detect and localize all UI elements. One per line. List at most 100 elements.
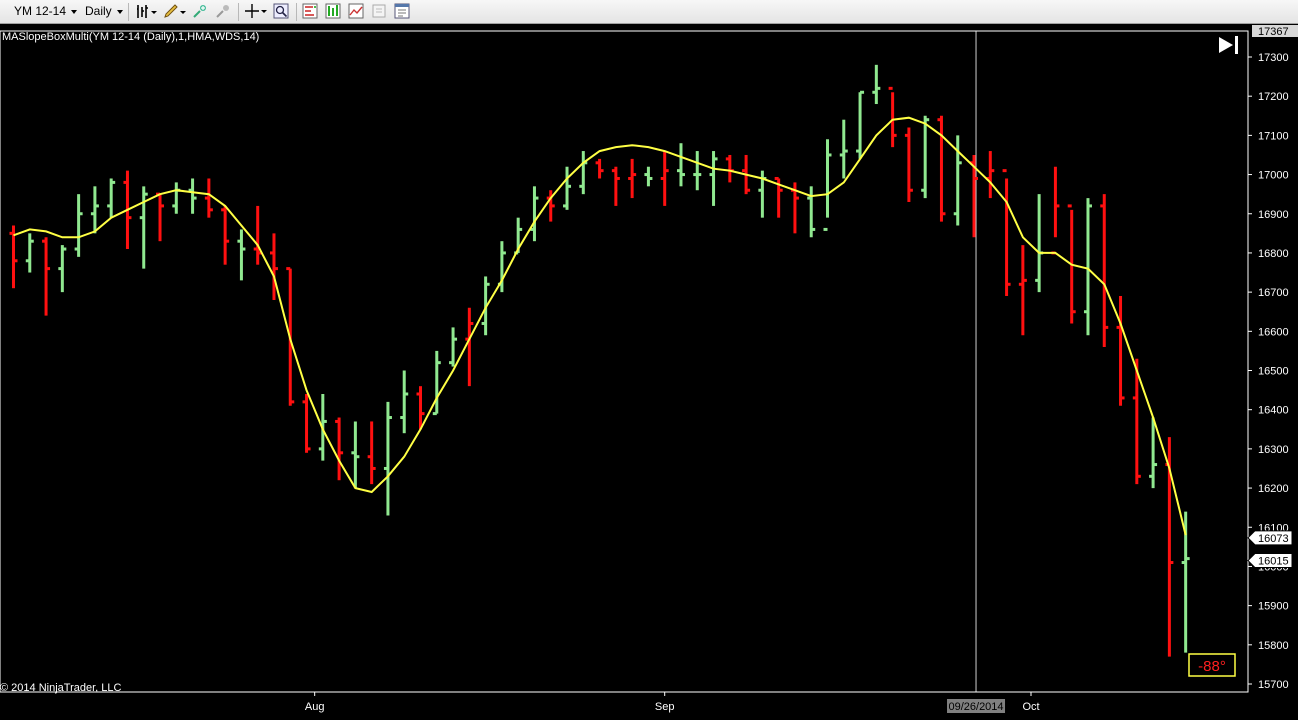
chevron-down-icon [116,9,123,14]
zoom-in-icon[interactable] [192,3,208,19]
ohlc-bar [1018,245,1027,336]
ohlc-bar [628,158,637,199]
instrument-selector[interactable]: YM 12-14 [14,3,78,20]
ohlc-bar [1100,194,1109,347]
ohlc-bar [335,417,344,481]
interval-label: Daily [85,4,112,18]
ohlc-bar [1002,169,1011,297]
y-tick-label: 17100 [1258,130,1289,142]
strategies-icon[interactable] [325,3,341,19]
ohlc-bar [253,205,262,265]
hma-line [13,116,1187,536]
svg-text:17367: 17367 [1258,26,1289,38]
scroll-to-end-icon[interactable] [1219,36,1238,54]
price-marker: 16015 [1247,553,1293,569]
ohlc-bar [302,394,311,453]
ohlc-bar [351,421,360,489]
ohlc-bar [449,327,458,367]
svg-text:-88°: -88° [1198,658,1226,675]
ohlc-bar [90,186,99,234]
x-tick-label: Aug [305,701,325,713]
ohlc-bar [383,401,392,516]
y-tick-label: 16200 [1258,483,1289,495]
bar-style-icon[interactable] [136,3,158,19]
slope-angle-box: -88° [1188,653,1236,677]
toolbar-divider [128,3,129,21]
plot-frame [0,30,1249,693]
ohlc-bar [579,151,588,195]
ohlc-bar [986,151,995,199]
price-chart[interactable]: 1570015800159001600016100162001630016400… [0,25,1298,720]
ohlc-bar [660,151,669,206]
ohlc-bar [156,192,165,242]
ohlc-bar [188,178,197,214]
pencil-draw-icon[interactable] [163,3,187,19]
copyright-text: © 2014 NinjaTrader, LLC [0,682,121,694]
y-tick-label: 16600 [1258,326,1289,338]
magnify-icon[interactable] [273,3,289,19]
ohlc-bar [1035,194,1044,293]
ohlc-bar [644,166,653,187]
ohlc-bar [237,229,246,281]
ohlc-bar [107,178,116,218]
ohlc-bar [172,182,181,214]
ohlc-bar [872,64,881,105]
svg-text:16015: 16015 [1258,556,1289,568]
cursor-date-label: 09/26/2014 [947,699,1006,713]
y-tick-label: 17300 [1258,52,1289,64]
x-tick-label: Oct [1022,701,1039,713]
instrument-label: YM 12-14 [14,4,67,18]
ohlc-bar [367,421,376,485]
ohlc-bar [937,115,946,222]
ohlc-bar [58,245,67,293]
ohlc-bar [1083,198,1092,336]
ohlc-bar [1051,166,1060,255]
y-tick-label: 17000 [1258,170,1289,182]
ohlc-bar [25,233,34,273]
toolbar-divider [296,3,297,21]
ohlc-bar [904,127,913,202]
y-tick-label: 16400 [1258,405,1289,417]
ohlc-bar [921,115,930,199]
toolbar-divider [238,3,239,21]
ohlc-bar [465,307,474,387]
ohlc-bar [611,166,620,206]
y-tick-label: 16900 [1258,209,1289,221]
svg-text:09/26/2014: 09/26/2014 [948,701,1003,713]
ohlc-bar [725,154,734,183]
ohlc-bar [856,90,865,159]
crosshair-icon[interactable] [244,3,268,19]
ohlc-bar [709,151,718,206]
y-tick-label: 15700 [1258,679,1289,691]
ohlc-bar [221,205,230,265]
ohlc-bar [807,186,816,238]
ohlc-bar [563,166,572,210]
y-tick-label: 16700 [1258,287,1289,299]
ohlc-bar [693,151,702,191]
x-tick-label: Sep [655,701,675,713]
ohlc-bar [530,186,539,242]
y-tick-label: 16800 [1258,248,1289,260]
zoom-out-icon[interactable] [215,3,231,19]
ohlc-bar [595,158,604,179]
chevron-down-icon [71,9,78,14]
indicator-label: MASlopeBoxMulti(YM 12-14 (Daily),1,HMA,W… [2,31,259,43]
ohlc-bar [823,139,832,231]
chart-trader-icon[interactable] [348,3,364,19]
ohlc-bar [839,119,848,179]
y-tick-label: 15900 [1258,601,1289,613]
ohlc-bar [74,194,83,257]
ohlc-bar [42,237,51,316]
y-tick-label: 15800 [1258,640,1289,652]
price-marker: 16073 [1247,530,1293,546]
properties-icon[interactable] [394,3,410,19]
data-box-icon[interactable] [371,3,387,19]
ohlc-bar [204,178,213,218]
svg-text:16073: 16073 [1258,533,1289,545]
ohlc-bar [888,86,897,148]
ohlc-bar [1116,296,1125,406]
interval-selector[interactable]: Daily [85,3,123,20]
indicators-icon[interactable] [302,3,318,19]
y-tick-label: 17200 [1258,91,1289,103]
ohlc-bar [676,143,685,187]
